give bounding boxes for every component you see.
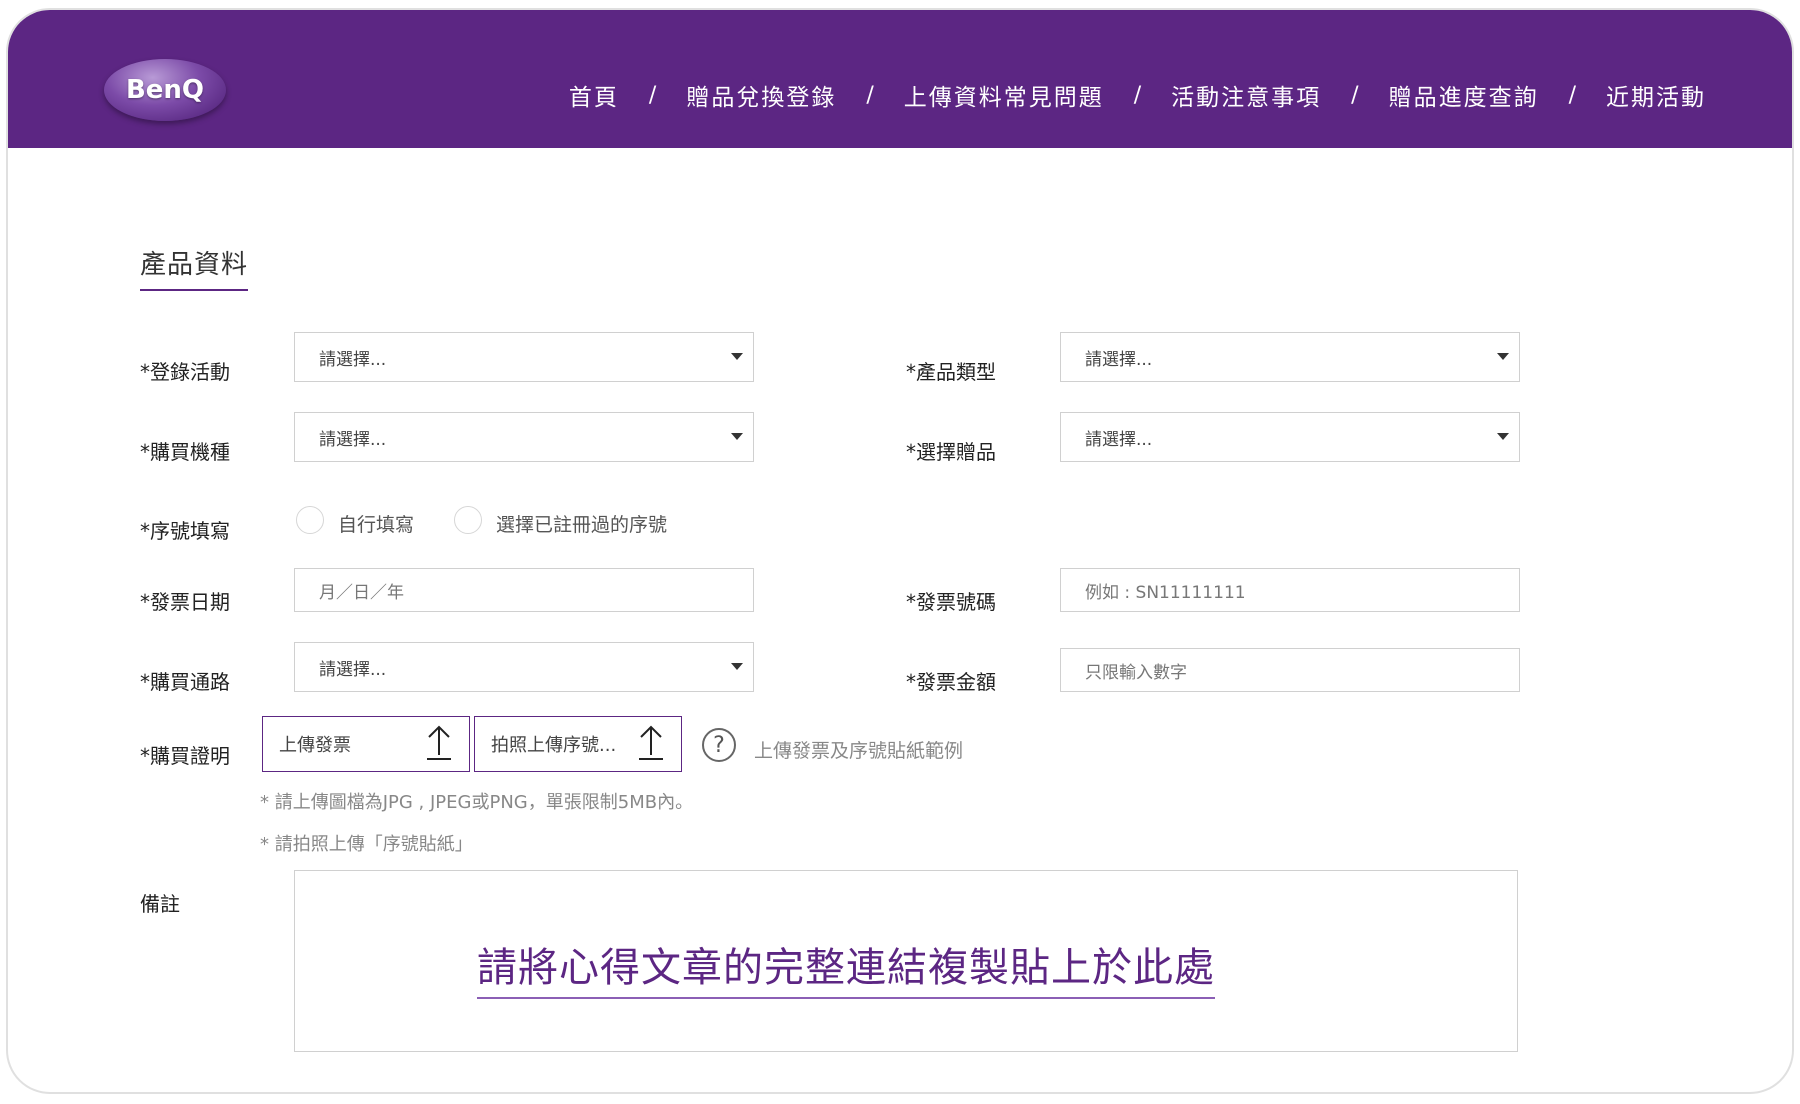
invoice-date-label: *發票日期 <box>140 590 230 614</box>
invoice-amount-label: *發票金額 <box>906 670 996 694</box>
gift-select-value: 請選擇... <box>1085 429 1153 450</box>
serial-registered-radio[interactable] <box>454 506 482 534</box>
chevron-down-icon <box>1497 353 1509 360</box>
serial-label: *序號填寫 <box>140 519 230 543</box>
invoice-amount-placeholder: 只限輸入數字 <box>1085 662 1187 683</box>
invoice-number-label: *發票號碼 <box>906 590 996 614</box>
nav-item-notices[interactable]: 活動注意事項 <box>1171 78 1321 112</box>
nav-separator: / <box>866 82 874 108</box>
serial-manual-label[interactable]: 自行填寫 <box>338 510 414 537</box>
model-label: *購買機種 <box>140 440 230 464</box>
upload-arrow-icon <box>639 725 663 760</box>
product-type-select[interactable]: 請選擇... <box>1060 332 1520 382</box>
proof-label: *購買證明 <box>140 744 230 768</box>
chevron-down-icon <box>731 353 743 360</box>
invoice-number-placeholder: 例如 : SN11111111 <box>1085 582 1246 603</box>
nav-item-upload-faq[interactable]: 上傳資料常見問題 <box>904 78 1104 112</box>
main-nav: 首頁 / 贈品兌換登錄 / 上傳資料常見問題 / 活動注意事項 / 贈品進度查詢… <box>569 78 1706 112</box>
upload-arrow-icon <box>427 725 451 760</box>
gift-select[interactable]: 請選擇... <box>1060 412 1520 462</box>
nav-item-home[interactable]: 首頁 <box>569 78 619 112</box>
nav-separator: / <box>1133 82 1142 108</box>
invoice-date-input[interactable]: 月／日／年 <box>294 568 754 612</box>
channel-select[interactable]: 請選擇... <box>294 642 754 692</box>
chevron-down-icon <box>731 663 743 670</box>
chevron-down-icon <box>731 433 743 440</box>
site-header: BenQ 首頁 / 贈品兌換登錄 / 上傳資料常見問題 / 活動注意事項 / 贈… <box>8 10 1792 148</box>
remark-callout: 請將心得文章的完整連結複製貼上於此處 <box>477 935 1215 999</box>
nav-separator: / <box>648 82 657 108</box>
help-question-icon[interactable]: ? <box>702 728 736 762</box>
logo-text: BenQ <box>125 75 205 105</box>
nav-separator: / <box>1568 82 1576 108</box>
nav-item-progress[interactable]: 贈品進度查詢 <box>1389 78 1539 112</box>
channel-select-value: 請選擇... <box>319 659 387 680</box>
serial-registered-label[interactable]: 選擇已註冊過的序號 <box>496 510 667 537</box>
section-title: 產品資料 <box>140 244 249 291</box>
serial-manual-radio[interactable] <box>296 506 324 534</box>
nav-separator: / <box>1351 82 1359 108</box>
gift-label: *選擇贈品 <box>906 440 996 464</box>
upload-format-note: * 請上傳圖檔為JPG , JPEG或PNG，單張限制5MB內。 <box>260 792 694 813</box>
activity-label: *登錄活動 <box>140 360 230 384</box>
upload-serial-label: 拍照上傳序號... <box>491 735 617 756</box>
invoice-amount-input[interactable]: 只限輸入數字 <box>1060 648 1520 692</box>
upload-serial-button[interactable]: 拍照上傳序號... <box>474 716 682 772</box>
nav-item-recent-events[interactable]: 近期活動 <box>1606 78 1706 112</box>
upload-invoice-label: 上傳發票 <box>279 735 351 756</box>
page-frame: BenQ 首頁 / 贈品兌換登錄 / 上傳資料常見問題 / 活動注意事項 / 贈… <box>6 8 1794 1094</box>
upload-serial-note: * 請拍照上傳「序號貼紙」 <box>260 834 473 855</box>
model-select[interactable]: 請選擇... <box>294 412 754 462</box>
channel-label: *購買通路 <box>140 670 230 694</box>
product-type-select-value: 請選擇... <box>1085 349 1153 370</box>
chevron-down-icon <box>1497 433 1509 440</box>
remark-label: 備註 <box>140 892 180 916</box>
activity-select-value: 請選擇... <box>319 349 387 370</box>
activity-select[interactable]: 請選擇... <box>294 332 754 382</box>
remark-textarea[interactable]: 請將心得文章的完整連結複製貼上於此處 <box>294 870 1518 1052</box>
product-type-label: *產品類型 <box>906 360 996 384</box>
upload-example-link[interactable]: 上傳發票及序號貼紙範例 <box>754 736 963 763</box>
invoice-date-placeholder: 月／日／年 <box>319 582 404 603</box>
nav-item-gift-register[interactable]: 贈品兌換登錄 <box>686 78 836 112</box>
model-select-value: 請選擇... <box>319 429 387 450</box>
upload-invoice-button[interactable]: 上傳發票 <box>262 716 470 772</box>
benq-logo[interactable]: BenQ <box>104 59 226 121</box>
invoice-number-input[interactable]: 例如 : SN11111111 <box>1060 568 1520 612</box>
